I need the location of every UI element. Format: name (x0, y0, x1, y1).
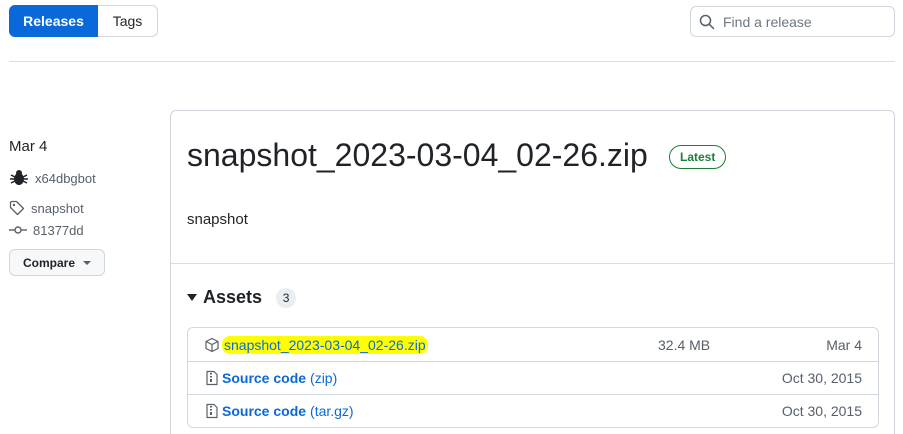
assets-count: 3 (276, 287, 297, 308)
search-icon (699, 14, 715, 29)
release-card: snapshot_2023-03-04_02-26.zip Latest sna… (170, 110, 895, 434)
release-date: Mar 4 (9, 138, 48, 155)
find-release-search[interactable] (690, 6, 895, 37)
latest-badge: Latest (669, 145, 727, 169)
header-divider (9, 61, 895, 62)
triangle-down-icon (187, 294, 197, 301)
asset-row: snapshot_2023-03-04_02-26.zip 32.4 MB Ma… (188, 328, 878, 361)
tab-releases[interactable]: Releases (9, 5, 98, 37)
commit-icon (9, 226, 27, 234)
file-zip-icon (206, 370, 218, 386)
card-divider (171, 263, 894, 264)
source-code-zip-link[interactable]: Source code (zip) (222, 370, 337, 386)
release-notes: snapshot (187, 211, 248, 228)
assets-label: Assets (203, 287, 263, 307)
source-code-targz-link[interactable]: Source code (tar.gz) (222, 403, 354, 419)
release-title[interactable]: snapshot_2023-03-04_02-26.zip (187, 137, 648, 174)
asset-link[interactable]: snapshot_2023-03-04_02-26.zip (222, 335, 428, 354)
tag-name[interactable]: snapshot (31, 201, 84, 216)
source-code-ext: (zip) (310, 370, 338, 386)
asset-list: snapshot_2023-03-04_02-26.zip 32.4 MB Ma… (187, 327, 879, 428)
author-name[interactable]: x64dbgbot (35, 171, 96, 186)
search-input[interactable] (723, 13, 893, 30)
asset-date: Oct 30, 2015 (781, 403, 862, 419)
asset-row: Source code (zip) Oct 30, 2015 (188, 361, 878, 394)
file-zip-icon (206, 403, 218, 419)
compare-button[interactable]: Compare (9, 249, 105, 276)
release-tag[interactable]: snapshot (9, 200, 84, 216)
tag-icon (9, 200, 25, 216)
source-code-label: Source code (222, 370, 307, 386)
assets-toggle[interactable]: Assets 3 (187, 287, 297, 308)
bot-avatar-icon (10, 170, 28, 185)
source-code-ext: (tar.gz) (310, 403, 354, 419)
tab-tags[interactable]: Tags (98, 5, 158, 37)
asset-size: 32.4 MB (658, 336, 711, 353)
compare-label: Compare (22, 255, 75, 270)
release-tabs: Releases Tags (9, 5, 158, 37)
release-commit[interactable]: 81377dd (9, 222, 84, 238)
commit-hash[interactable]: 81377dd (33, 223, 84, 238)
package-icon (205, 337, 219, 352)
source-code-label: Source code (222, 403, 307, 419)
asset-row: Source code (tar.gz) Oct 30, 2015 (188, 394, 878, 427)
chevron-down-icon (83, 260, 91, 265)
release-author[interactable]: x64dbgbot (9, 169, 96, 187)
asset-date: Mar 4 (826, 336, 862, 353)
asset-date: Oct 30, 2015 (781, 370, 862, 386)
